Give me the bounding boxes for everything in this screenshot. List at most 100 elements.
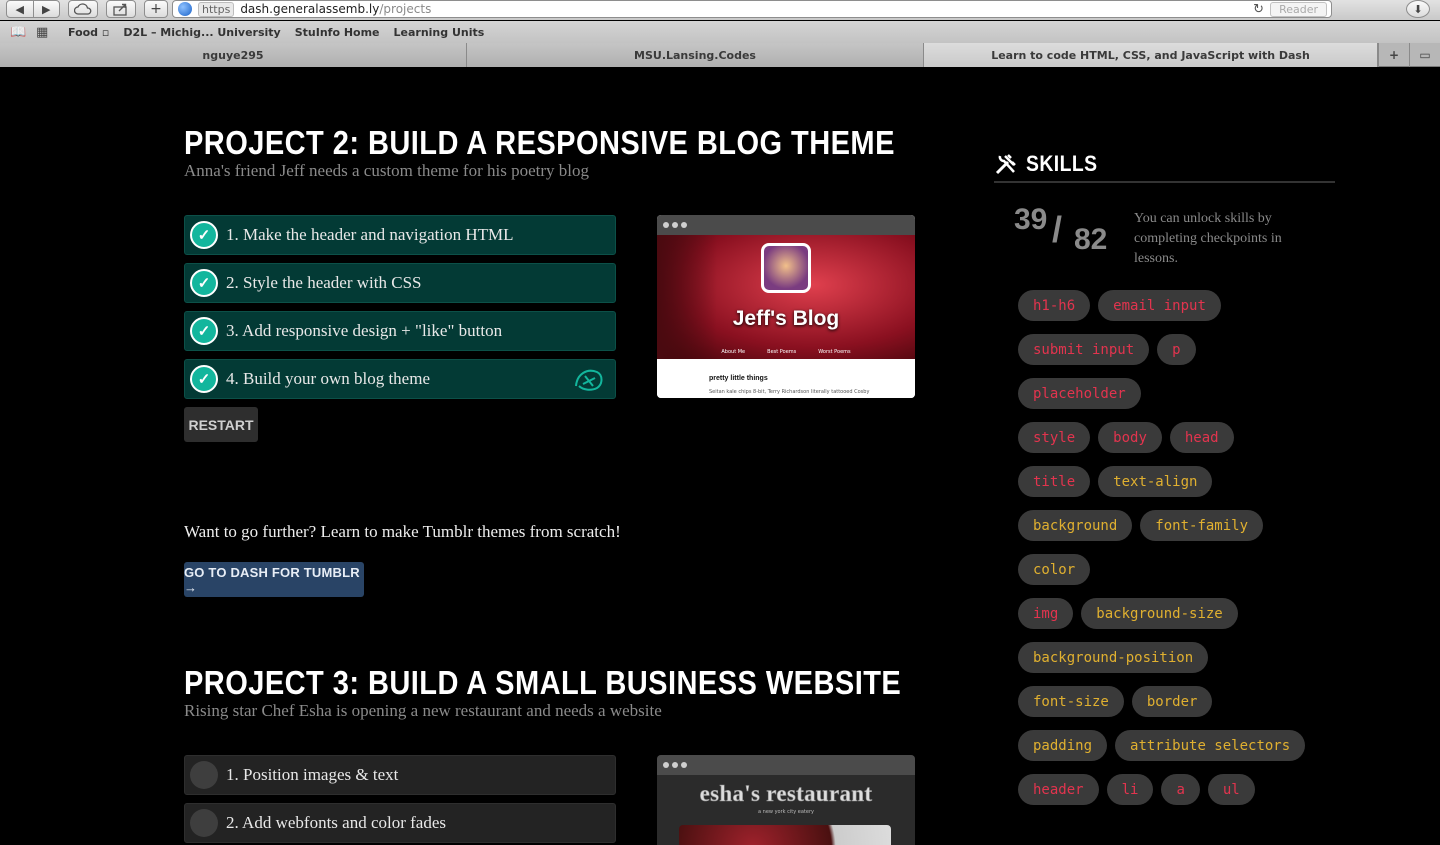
bookmark-learning-units[interactable]: Learning Units	[394, 26, 485, 39]
share-button[interactable]	[106, 0, 136, 18]
skill-row: img background-size	[1018, 598, 1238, 629]
skill-pill[interactable]: head	[1169, 422, 1234, 453]
project-2-subtitle: Anna's friend Jeff needs a custom theme …	[184, 161, 589, 180]
blog-post: pretty little things Seitan kale chips 8…	[657, 359, 915, 398]
skill-pill[interactable]: background	[1018, 510, 1133, 541]
top-sites-icon[interactable]: ▦	[36, 25, 58, 40]
skill-pill[interactable]: background-position	[1018, 642, 1209, 673]
blog-nav: About Me Best Poems Worst Poems	[657, 349, 915, 355]
https-badge: https	[198, 1, 235, 17]
dash-for-tumblr-button[interactable]: GO TO DASH FOR TUMBLR →	[184, 562, 364, 597]
project-3-step-1[interactable]: 1. Position images & text	[184, 755, 616, 795]
tools-icon	[995, 154, 1016, 175]
skill-pill[interactable]: a	[1161, 774, 1200, 805]
skill-pill[interactable]: img	[1018, 598, 1074, 629]
downloads-button[interactable]: ⬇	[1406, 0, 1430, 18]
skill-pill[interactable]: font-size	[1018, 686, 1124, 717]
window-dot	[681, 762, 687, 768]
plus-icon: +	[150, 1, 162, 17]
skill-pill[interactable]: li	[1106, 774, 1154, 805]
blog-nav-item: About Me	[721, 349, 746, 355]
tab-msu-lansing-codes[interactable]: MSU.Lansing.Codes	[467, 43, 924, 67]
project-3-step-2[interactable]: 2. Add webfonts and color fades	[184, 803, 616, 843]
url-host: dash.generalassemb.ly	[240, 2, 380, 16]
back-forward-group: ◀ ▶	[6, 0, 60, 18]
skill-row: font-size border	[1018, 686, 1213, 717]
skill-pill[interactable]: body	[1098, 422, 1162, 453]
window-dot	[672, 222, 678, 228]
back-icon[interactable]: ◀	[7, 3, 33, 16]
skill-pill[interactable]: submit input	[1018, 334, 1150, 365]
project-3-subtitle: Rising star Chef Esha is opening a new r…	[184, 701, 662, 720]
project-2-step-4[interactable]: ✓ 4. Build your own blog theme	[184, 359, 616, 399]
skill-pill[interactable]: header	[1018, 774, 1099, 805]
skill-row: padding attribute selectors	[1018, 730, 1306, 761]
skills-panel: SKILLS 39 / 82 You can unlock skills by …	[994, 151, 1335, 805]
skill-pill[interactable]: p	[1157, 334, 1196, 365]
project-2-step-2[interactable]: ✓ 2. Style the header with CSS	[184, 263, 616, 303]
cloud-icon	[74, 3, 92, 15]
window-dot	[663, 222, 669, 228]
skill-row: color	[1018, 554, 1091, 585]
window-bar	[657, 215, 915, 235]
add-bookmark-button[interactable]: +	[144, 0, 168, 18]
skill-pill[interactable]: placeholder	[1018, 378, 1141, 409]
blog-nav-item: Best Poems	[767, 349, 797, 355]
step-label: 2. Style the header with CSS	[226, 273, 422, 292]
restaurant-name: esha's restaurant	[699, 781, 873, 807]
skill-pill[interactable]: email input	[1098, 290, 1221, 321]
project-2-step-3[interactable]: ✓ 3. Add responsive design + "like" butt…	[184, 311, 616, 351]
blog-nav-item: Worst Poems	[818, 349, 851, 355]
skill-pill[interactable]: attribute selectors	[1115, 730, 1306, 761]
skill-row: style body head	[1018, 422, 1234, 453]
bookmark-d2l[interactable]: D2L – Michig... University	[123, 26, 280, 39]
skill-pill[interactable]: padding	[1018, 730, 1108, 761]
skill-row: h1-h6 email input	[1018, 290, 1221, 321]
skill-pill[interactable]: style	[1018, 422, 1091, 453]
jeffs-blog-thumbnail[interactable]: Jeff's Blog About Me Best Poems Worst Po…	[657, 215, 915, 398]
url-path: /projects	[379, 2, 432, 16]
project-2-step-1[interactable]: ✓ 1. Make the header and navigation HTML	[184, 215, 616, 255]
skill-pill[interactable]: h1-h6	[1018, 290, 1091, 321]
tab-bar: nguye295 MSU.Lansing.Codes Learn to code…	[0, 43, 1440, 67]
icloud-tabs-button[interactable]	[68, 0, 98, 18]
skill-pill[interactable]: font-family	[1140, 510, 1264, 541]
bookmark-food[interactable]: Food ▫	[68, 26, 109, 39]
bookmarks-bar: 📖 ▦ Food ▫ D2L – Michig... University St…	[0, 21, 1440, 43]
skill-pill[interactable]: color	[1018, 554, 1091, 585]
skill-pill[interactable]: ul	[1207, 774, 1255, 805]
skill-row: submit input p	[1018, 334, 1196, 365]
tab-overview-icon[interactable]: ▭	[1409, 43, 1440, 67]
avatar	[761, 243, 811, 293]
project-2-title: PROJECT 2: BUILD A RESPONSIVE BLOG THEME	[184, 124, 895, 161]
restart-button[interactable]: RESTART	[184, 407, 258, 442]
skills-total: 82	[1074, 223, 1108, 256]
tab-dash[interactable]: Learn to code HTML, CSS, and JavaScript …	[924, 43, 1378, 67]
address-bar[interactable]: https dash.generalassemb.ly /projects ↻ …	[172, 0, 1332, 18]
count-slash: /	[1052, 209, 1063, 250]
globe-icon	[178, 2, 192, 16]
building-shadow	[657, 235, 717, 359]
eshas-restaurant-thumbnail[interactable]: esha's restaurant a new york city eatery	[657, 755, 915, 845]
window-dot	[672, 762, 678, 768]
tab-nguye295[interactable]: nguye295	[0, 43, 467, 67]
step-label: 1. Make the header and navigation HTML	[226, 225, 514, 244]
skill-pill[interactable]: text-align	[1098, 466, 1213, 497]
project-2: PROJECT 2: BUILD A RESPONSIVE BLOG THEME…	[184, 125, 924, 605]
new-tab-icon[interactable]: +	[1378, 43, 1409, 67]
reading-list-icon[interactable]: 📖	[10, 25, 32, 40]
restaurant-hero: esha's restaurant a new york city eatery	[657, 775, 915, 845]
skill-pill[interactable]: title	[1018, 466, 1091, 497]
skills-title: SKILLS	[1026, 151, 1098, 176]
browser-toolbar: ◀ ▶ + https dash.generalassemb.ly /proje…	[0, 0, 1440, 20]
reload-icon[interactable]: ↻	[1253, 2, 1264, 17]
unlock-hint: You can unlock skills by completing chec…	[1134, 211, 1282, 266]
skill-pill[interactable]: background-size	[1081, 598, 1238, 629]
skill-row: background-position	[1018, 642, 1209, 673]
bookmark-stuinfo[interactable]: StuInfo Home	[295, 26, 380, 39]
forward-icon[interactable]: ▶	[34, 3, 60, 16]
reader-button[interactable]: Reader	[1270, 1, 1327, 17]
step-label: 2. Add webfonts and color fades	[226, 813, 447, 832]
skill-pill[interactable]: border	[1131, 686, 1213, 717]
step-label: 3. Add responsive design + "like" button	[226, 321, 503, 340]
